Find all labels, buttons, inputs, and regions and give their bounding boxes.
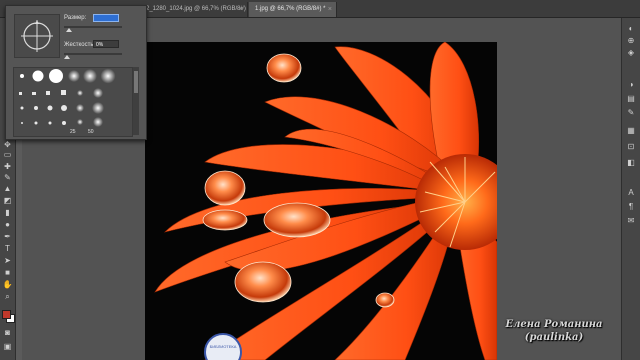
pen-icon[interactable]: ✒ — [2, 232, 13, 242]
hardness-label: Жесткость: — [64, 42, 96, 48]
properties-icon[interactable]: A — [625, 188, 637, 198]
watermark-handle: (paulinka) — [524, 332, 584, 343]
water-drop — [204, 170, 246, 206]
move-icon[interactable]: ✥ — [2, 140, 13, 150]
styles-icon[interactable]: ◈ — [625, 48, 637, 58]
info-icon[interactable]: ¶ — [625, 202, 637, 212]
brush-preset-picker: Размер: Жесткость: 0% 25 50 — [5, 5, 147, 140]
gerbera-photo: БИБЛИОТЕКА — [145, 42, 497, 360]
svg-text:БИБЛИОТЕКА: БИБЛИОТЕКА — [210, 344, 237, 349]
gradient-icon[interactable]: ▮ — [2, 208, 13, 218]
tab-close-icon[interactable]: × — [328, 2, 332, 17]
dodge-icon[interactable]: ● — [2, 220, 13, 230]
hardness-slider[interactable] — [64, 53, 122, 55]
character-icon[interactable]: ✉ — [625, 216, 637, 226]
brush-icon[interactable]: ✎ — [2, 173, 13, 183]
brush-presets-grid: 25 50 — [13, 67, 133, 137]
tab-label: 1.jpg @ 66,7% (RGB/8#) * — [255, 6, 326, 12]
color-panel-icon[interactable]: ◐ — [625, 24, 637, 34]
tab-document-2[interactable]: 2_1280_1024.jpg @ 66,7% (RGB/8#) × — [140, 2, 248, 17]
document-canvas[interactable]: БИБЛИОТЕКА — [145, 42, 497, 360]
tab-label: 2_1280_1024.jpg @ 66,7% (RGB/8#) — [146, 6, 246, 12]
tab-document-1[interactable]: 1.jpg @ 66,7% (RGB/8#) * × — [249, 2, 337, 17]
size-field[interactable] — [93, 14, 119, 22]
stamp-icon[interactable]: ▲ — [2, 184, 13, 194]
brush-preset-row[interactable] — [20, 68, 116, 84]
size-slider[interactable] — [64, 26, 122, 28]
watermark-name: Елена Романина — [505, 319, 603, 330]
path-select-icon[interactable]: ➤ — [2, 256, 13, 266]
brush-presets — [19, 68, 116, 127]
history-icon[interactable]: ⊡ — [625, 142, 637, 152]
shape-icon[interactable]: ■ — [2, 268, 13, 278]
color-swatches-icon[interactable] — [2, 310, 15, 323]
preset-size-label: 50 — [88, 129, 94, 135]
hardness-slider-knob[interactable] — [64, 55, 70, 59]
presets-scrollbar-thumb[interactable] — [134, 71, 138, 93]
presets-scrollbar[interactable] — [133, 67, 139, 135]
brush-crosshair-icon — [21, 20, 53, 52]
water-drop — [266, 53, 302, 83]
hardness-field[interactable]: 0% — [93, 40, 119, 48]
foreground-swatch[interactable] — [2, 310, 11, 319]
water-drop — [202, 209, 248, 231]
brush-angle-preview[interactable] — [14, 14, 60, 58]
adjustments-icon[interactable]: ◑ — [625, 80, 637, 90]
brush-preset-row[interactable] — [20, 102, 105, 114]
channels-icon[interactable]: ✎ — [625, 108, 637, 118]
actions-icon[interactable]: ◧ — [625, 158, 637, 168]
author-watermark: Елена Романина (paulinka) — [484, 318, 624, 344]
marquee-icon[interactable]: ▭ — [2, 150, 13, 160]
water-drop — [263, 202, 331, 238]
hand-icon[interactable]: ✋ — [2, 280, 13, 290]
healing-icon[interactable]: ✚ — [2, 162, 13, 172]
tab-close-icon[interactable]: × — [239, 2, 243, 17]
panels-strip: ◐ ⊕ ◈ ◑ ▤ ✎ ▦ ⊡ ◧ A ¶ ✉ — [621, 18, 640, 360]
water-drop — [234, 261, 292, 303]
brush-preset-row[interactable] — [19, 88, 103, 98]
layers-icon[interactable]: ▤ — [625, 94, 637, 104]
paths-icon[interactable]: ▦ — [625, 126, 637, 136]
preset-size-label: 25 — [70, 129, 76, 135]
swatches-icon[interactable]: ⊕ — [625, 36, 637, 46]
screen-mode-icon[interactable]: ▣ — [2, 342, 13, 352]
quick-mask-icon[interactable]: ◙ — [2, 328, 13, 338]
eraser-icon[interactable]: ◩ — [2, 196, 13, 206]
zoom-icon[interactable]: ⌕ — [2, 292, 13, 302]
brush-preset-row[interactable] — [21, 117, 103, 127]
size-label: Размер: — [64, 15, 87, 21]
type-icon[interactable]: T — [2, 244, 13, 254]
size-slider-knob[interactable] — [66, 28, 72, 32]
water-drop — [375, 292, 395, 308]
stamp-logo: БИБЛИОТЕКА — [204, 333, 242, 360]
